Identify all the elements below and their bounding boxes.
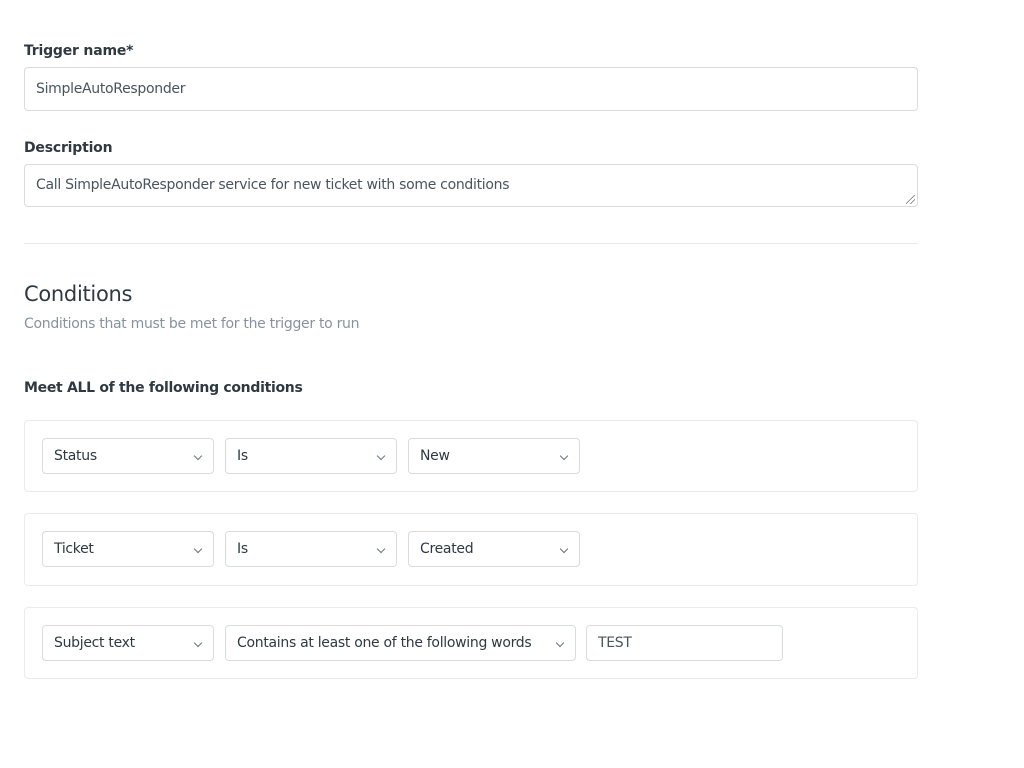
- select-value: Ticket: [54, 541, 94, 557]
- select-value: Status: [54, 448, 97, 464]
- chevron-down-icon: [193, 451, 203, 461]
- resize-grip-icon[interactable]: [906, 195, 915, 204]
- select-value: New: [420, 448, 450, 464]
- condition-operator-select[interactable]: Is: [225, 531, 397, 567]
- chevron-down-icon: [376, 544, 386, 554]
- select-value: Contains at least one of the following w…: [237, 635, 532, 651]
- chevron-down-icon: [559, 451, 569, 461]
- condition-field-select[interactable]: Status: [42, 438, 214, 474]
- chevron-down-icon: [559, 544, 569, 554]
- condition-operator-select[interactable]: Is: [225, 438, 397, 474]
- description-label: Description: [24, 140, 113, 156]
- chevron-down-icon: [376, 451, 386, 461]
- select-value: Subject text: [54, 635, 135, 651]
- condition-field-select[interactable]: Ticket: [42, 531, 214, 567]
- condition-field-select[interactable]: Subject text: [42, 625, 214, 661]
- condition-value-select[interactable]: Created: [408, 531, 580, 567]
- condition-operator-select[interactable]: Contains at least one of the following w…: [225, 625, 576, 661]
- select-value: Created: [420, 541, 474, 557]
- condition-row: Ticket Is Created: [24, 513, 918, 586]
- chevron-down-icon: [193, 638, 203, 648]
- conditions-title: Conditions: [24, 282, 133, 306]
- trigger-name-label: Trigger name*: [24, 43, 134, 59]
- select-value: Is: [237, 448, 248, 464]
- trigger-name-input[interactable]: SimpleAutoResponder: [24, 67, 918, 111]
- condition-row: Status Is New: [24, 420, 918, 492]
- chevron-down-icon: [555, 638, 565, 648]
- meet-all-label: Meet ALL of the following conditions: [24, 380, 303, 396]
- conditions-subtitle: Conditions that must be met for the trig…: [24, 316, 360, 332]
- condition-row: Subject text Contains at least one of th…: [24, 607, 918, 679]
- chevron-down-icon: [193, 544, 203, 554]
- section-divider: [24, 243, 918, 244]
- condition-value-select[interactable]: New: [408, 438, 580, 474]
- select-value: Is: [237, 541, 248, 557]
- description-textarea[interactable]: Call SimpleAutoResponder service for new…: [24, 164, 918, 207]
- description-text: Call SimpleAutoResponder service for new…: [36, 177, 510, 193]
- condition-value-input[interactable]: TEST: [586, 625, 783, 661]
